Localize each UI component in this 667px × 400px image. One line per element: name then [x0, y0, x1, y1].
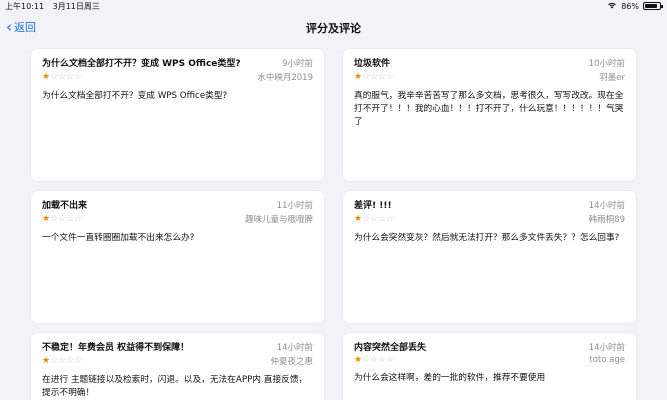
review-time: 14小时前: [276, 343, 313, 353]
review-title: 垃圾软件: [354, 59, 391, 69]
review-author: 趣味儿童与哦哦脾: [244, 215, 313, 225]
review-body: 为什么会突然变灰？然后就无法打开？那么多文件丢失？？怎么回事?: [354, 233, 620, 243]
review-body: 为什么文档全部打不开？变成 WPS Office类型?: [42, 91, 228, 101]
status-date: 3月11日周三: [52, 2, 100, 11]
wifi-icon: [607, 1, 617, 11]
review-card[interactable]: 内容突然全部丢失 14小时前 ★☆☆☆☆ toto age 为什么会这样啊，差的…: [343, 333, 636, 400]
review-time: 9小时前: [282, 59, 313, 69]
review-body: 为什么会这样啊，差的一批的软件，推荐不要使用: [354, 373, 546, 383]
star-rating: ★☆☆☆☆: [354, 213, 395, 224]
review-card[interactable]: 差评! !!! 14小时前 ★☆☆☆☆ 韩雨桐89 为什么会突然变灰？然后就无法…: [343, 191, 636, 323]
review-title: 加载不出来: [42, 201, 88, 211]
battery-percent: 86%: [621, 1, 639, 11]
star-rating: ★☆☆☆☆: [354, 71, 395, 82]
review-title: 不稳定！年费会员 权益得不到保障！: [42, 343, 190, 353]
page-title: 评分及评论: [306, 22, 361, 35]
star-rating: ★☆☆☆☆: [42, 213, 83, 224]
review-author: 韩雨桐89: [588, 215, 625, 225]
review-author: 羽墨er: [599, 73, 625, 83]
review-card[interactable]: 为什么文档全部打不开？变成 WPS Office类型? 9小时前 ★☆☆☆☆ 水…: [31, 49, 324, 181]
review-title: 为什么文档全部打不开？变成 WPS Office类型?: [42, 59, 241, 69]
review-time: 14小时前: [588, 343, 625, 353]
star-rating: ★☆☆☆☆: [42, 355, 83, 366]
review-author: 水中映月2019: [257, 73, 313, 83]
status-time: 上午10:11: [5, 2, 45, 11]
review-title: 内容突然全部丢失: [354, 343, 427, 353]
star-rating: ★☆☆☆☆: [354, 354, 395, 365]
review-card[interactable]: 加载不出来 11小时前 ★☆☆☆☆ 趣味儿童与哦哦脾 一个文件一直转圈圈加载不出…: [31, 191, 324, 323]
review-body: 真的服气，我辛辛苦苦写了那么多文档，思考很久，写写改改。现在全打不开了！！！我的…: [354, 91, 624, 127]
review-card[interactable]: 不稳定！年费会员 权益得不到保障！ 14小时前 ★☆☆☆☆ 仲夏夜之惠 在进行 …: [31, 333, 324, 400]
review-time: 11小时前: [276, 201, 313, 211]
star-rating: ★☆☆☆☆: [42, 71, 83, 82]
review-time: 14小时前: [588, 201, 625, 211]
status-bar: 上午10:11 3月11日周三 86%: [0, 0, 667, 13]
battery-icon: [643, 2, 663, 10]
review-card[interactable]: 垃圾软件 10小时前 ★☆☆☆☆ 羽墨er 真的服气，我辛辛苦苦写了那么多文档，…: [343, 49, 636, 181]
navigation-bar: ‹ 返回 评分及评论: [0, 13, 667, 41]
review-author: 仲夏夜之惠: [270, 357, 313, 367]
review-body: 在进行 主题链接以及检索时，闪退。以及，无法在APP内 直接反馈，提示不明确！: [42, 375, 308, 398]
review-body: 一个文件一直转圈圈加载不出来怎么办?: [42, 233, 195, 243]
review-title: 差评! !!!: [354, 201, 392, 211]
review-author: toto age: [589, 355, 625, 365]
review-time: 10小时前: [588, 59, 625, 69]
